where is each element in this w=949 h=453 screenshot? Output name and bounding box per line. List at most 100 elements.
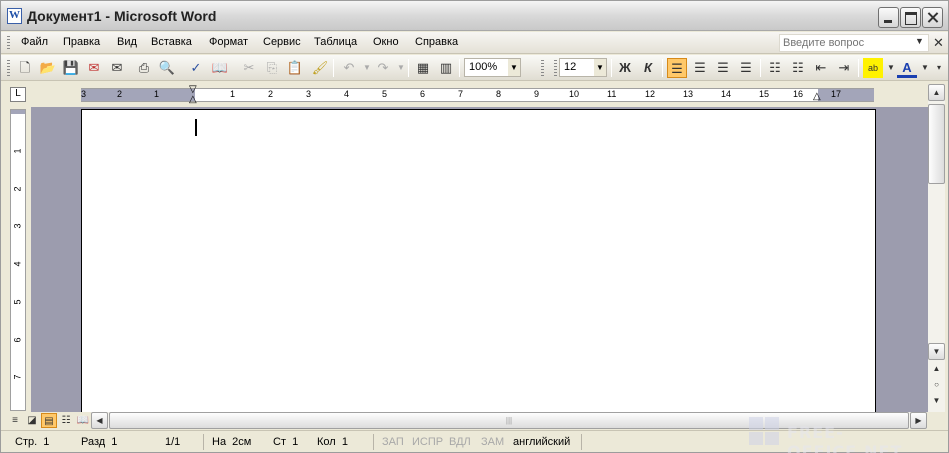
document-page[interactable] (81, 109, 876, 412)
menu-insert[interactable]: Вставка (151, 36, 192, 48)
copy-icon[interactable]: ⎘ (262, 58, 282, 78)
ruler-number: 10 (569, 89, 580, 99)
status-record-macro[interactable]: ЗАП (382, 436, 404, 448)
open-folder-icon[interactable]: 📂 (38, 58, 58, 78)
word-window: Документ1 - Microsoft Word Файл Правка В… (0, 0, 949, 453)
menu-grip[interactable] (7, 36, 10, 50)
scroll-down-icon[interactable]: ▼ (928, 343, 945, 360)
reading-layout-view-icon[interactable]: 📖 (75, 413, 91, 428)
toolbar-separator (333, 59, 334, 77)
print-icon[interactable]: ⎙ (134, 58, 154, 78)
menu-help[interactable]: Справка (415, 36, 458, 48)
vertical-ruler[interactable]: 1 2 3 4 5 6 7 (10, 109, 26, 411)
columns-icon[interactable]: ▥ (436, 58, 456, 78)
menu-view[interactable]: Вид (117, 36, 137, 48)
maximize-button[interactable] (900, 7, 921, 28)
hanging-indent-marker[interactable]: △ (189, 94, 197, 105)
document-close-icon[interactable]: ✕ (933, 35, 944, 51)
help-dropdown-arrow-icon[interactable]: ▼ (915, 36, 924, 46)
status-language[interactable]: английский (513, 436, 570, 448)
scroll-left-icon[interactable]: ◀ (91, 412, 108, 429)
decrease-indent-icon[interactable]: ⇤ (811, 58, 831, 78)
zoom-dropdown-icon[interactable]: ▼ (508, 59, 520, 76)
status-section[interactable]: Разд 1 (81, 436, 117, 448)
web-layout-view-icon[interactable]: ◪ (24, 413, 40, 428)
align-center-icon[interactable]: ☰ (690, 58, 710, 78)
status-page[interactable]: Стр. 1 (15, 436, 49, 448)
status-pages[interactable]: 1/1 (165, 436, 180, 448)
toolbar-options-icon[interactable]: ▾ (932, 58, 946, 78)
close-button[interactable] (922, 7, 943, 28)
help-search-input[interactable] (780, 35, 910, 51)
next-page-icon[interactable]: ▼ (928, 393, 945, 410)
ruler-number: 6 (12, 337, 23, 343)
paste-icon[interactable]: 📋 (285, 58, 305, 78)
left-margin-area[interactable] (81, 89, 195, 101)
top-margin-area[interactable] (11, 110, 25, 114)
vertical-scroll-thumb[interactable] (928, 104, 945, 184)
toolbar-separator (611, 59, 612, 77)
bold-button[interactable]: Ж (615, 58, 635, 78)
menu-format[interactable]: Формат (209, 36, 248, 48)
horizontal-ruler[interactable]: 3 2 1 1 2 3 4 5 6 7 8 9 10 11 12 13 14 1… (81, 84, 874, 105)
redo-icon[interactable]: ↷ (373, 58, 393, 78)
ruler-number: 8 (496, 89, 502, 99)
undo-icon[interactable]: ↶ (339, 58, 359, 78)
scroll-up-icon[interactable]: ▲ (928, 84, 945, 101)
increase-indent-icon[interactable]: ⇥ (834, 58, 854, 78)
status-separator (581, 434, 582, 450)
word-app-icon[interactable] (7, 8, 22, 24)
format-toolbar-grip[interactable] (554, 60, 557, 76)
title-bar[interactable]: Документ1 - Microsoft Word (1, 1, 948, 31)
menu-window[interactable]: Окно (373, 36, 399, 48)
status-position[interactable]: На 2см (212, 436, 251, 448)
format-painter-icon[interactable]: 🖌 (310, 58, 330, 78)
minimize-button[interactable] (878, 7, 899, 28)
print-layout-view-icon[interactable]: ▤ (41, 413, 57, 428)
ruler-number: 7 (458, 89, 464, 99)
status-line[interactable]: Ст 1 (273, 436, 298, 448)
toolbar-grip[interactable] (7, 60, 10, 76)
select-browse-object-icon[interactable]: ○ (928, 377, 945, 394)
cut-icon[interactable]: ✂ (239, 58, 259, 78)
insert-table-icon[interactable]: ▦ (413, 58, 433, 78)
ruler-number: 3 (12, 223, 23, 229)
toolbar: 🗋 📂 💾 ✉ ✉ ⎙ 🔍 ✓ 📖 ✂ ⎘ 📋 🖌 ↶ ▼ ↷ ▼ ▦ ▥ 10… (1, 55, 948, 81)
new-document-icon[interactable]: 🗋 (15, 58, 35, 78)
email-icon[interactable]: ✉ (107, 58, 127, 78)
align-right-icon[interactable]: ☰ (713, 58, 733, 78)
status-overtype[interactable]: ЗАМ (481, 436, 504, 448)
numbering-icon[interactable]: ☷ (765, 58, 785, 78)
help-search-box[interactable] (779, 34, 929, 52)
zoom-select[interactable]: 100% ▼ (464, 58, 521, 77)
right-indent-marker[interactable]: △ (813, 91, 821, 102)
font-size-select[interactable]: 12 ▼ (559, 58, 607, 77)
align-left-icon[interactable]: ☰ (667, 58, 687, 78)
normal-view-icon[interactable]: ≡ (7, 413, 23, 428)
bullets-icon[interactable]: ☷ (788, 58, 808, 78)
print-preview-icon[interactable]: 🔍 (157, 58, 177, 78)
menu-file[interactable]: Файл (21, 36, 48, 48)
status-extend-selection[interactable]: ВДЛ (449, 436, 471, 448)
vertical-scrollbar[interactable]: ▲ ▼ ▲ ○ ▼ (928, 84, 945, 412)
menu-tools[interactable]: Сервис (263, 36, 301, 48)
spelling-icon[interactable]: ✓ (186, 58, 206, 78)
watermark-text: FREE-OFFICE.NET (787, 423, 903, 453)
permission-icon[interactable]: ✉ (84, 58, 104, 78)
menu-table[interactable]: Таблица (314, 36, 357, 48)
status-track-changes[interactable]: ИСПР (412, 436, 443, 448)
status-column[interactable]: Кол 1 (317, 436, 348, 448)
font-size-dropdown-icon[interactable]: ▼ (594, 59, 606, 76)
research-icon[interactable]: 📖 (210, 58, 230, 78)
toolbar-grip[interactable] (541, 60, 544, 76)
highlight-icon[interactable]: ab (863, 58, 883, 78)
italic-button[interactable]: К (638, 58, 658, 78)
save-icon[interactable]: 💾 (61, 58, 81, 78)
menu-edit[interactable]: Правка (63, 36, 100, 48)
justify-icon[interactable]: ☰ (736, 58, 756, 78)
tab-selector[interactable]: L (10, 87, 26, 102)
font-color-icon[interactable]: A (897, 58, 917, 78)
right-margin-area[interactable] (818, 89, 874, 101)
outline-view-icon[interactable]: ☷ (58, 413, 74, 428)
previous-page-icon[interactable]: ▲ (928, 361, 945, 378)
